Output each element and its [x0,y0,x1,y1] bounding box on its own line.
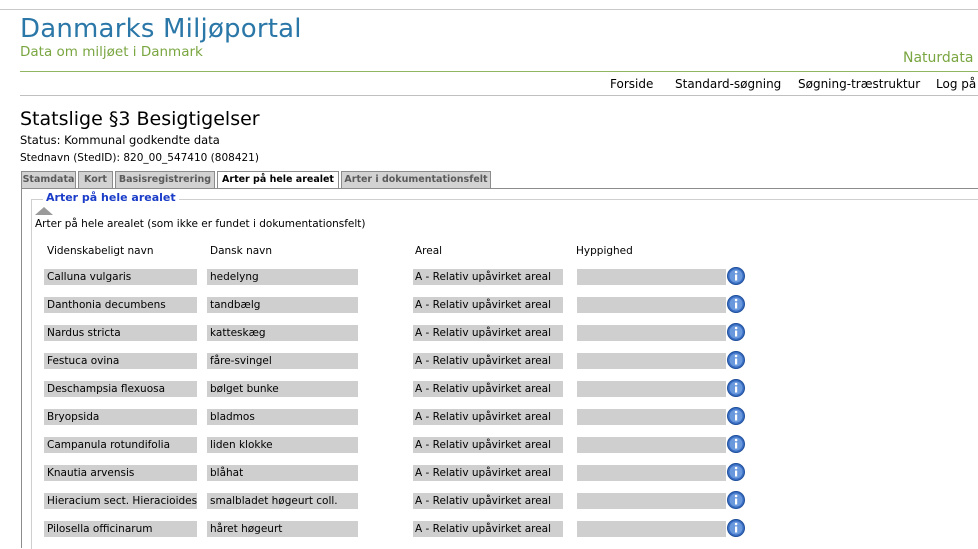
status-text: Status: Kommunal godkendte data [20,133,220,147]
nav-standard-soegning[interactable]: Standard-søgning [675,77,781,91]
areal-field: A - Relativ upåvirket areal [413,381,563,397]
latin-name-field: Hieracium sect. Hieracioides [44,493,197,509]
areal-field: A - Relativ upåvirket areal [413,325,563,341]
nav-forside[interactable]: Forside [610,77,653,91]
table-row: Hieracium sect. Hieracioides smalbladet h… [0,490,978,511]
hyppighed-field [577,437,726,453]
triangle-up-icon[interactable] [35,207,53,215]
areal-field: A - Relativ upåvirket areal [413,521,563,537]
info-icon[interactable] [726,322,746,342]
section-note: Arter på hele arealet (som ikke er funde… [35,218,366,230]
hyppighed-field [577,521,726,537]
hyppighed-field [577,269,726,285]
fieldset-legend: Arter på hele arealet [43,191,179,204]
section-title: Naturdata [903,50,974,66]
areal-field: A - Relativ upåvirket areal [413,269,563,285]
info-icon[interactable] [726,378,746,398]
tab-kort[interactable]: Kort [78,171,113,188]
hyppighed-field [577,353,726,369]
tab-stamdata[interactable]: Stamdata [21,171,76,188]
latin-name-field: Festuca ovina [44,353,197,369]
top-divider [0,9,978,10]
table-row: Calluna vulgaris hedelyng A - Relativ upåv… [0,266,978,287]
danish-name-field: håret høgeurt [207,521,358,537]
header-divider [20,71,978,72]
hyppighed-field [577,465,726,481]
table-row: Campanula rotundifolia liden klokke A - Re… [0,434,978,455]
tab-basisregistrering[interactable]: Basisregistrering [115,171,215,188]
danish-name-field: blåhat [207,465,358,481]
latin-name-field: Deschampsia flexuosa [44,381,197,397]
danish-name-field: katteskæg [207,325,358,341]
page-title: Statslige §3 Besigtigelser [20,108,260,130]
table-row: Festuca ovina fåre-svingel A - Relativ upå… [0,350,978,371]
hyppighed-field [577,381,726,397]
header-hyppighed: Hyppighed [576,245,633,257]
info-icon[interactable] [726,518,746,538]
tab-arter-i-dokumentationsfelt[interactable]: Arter i dokumentationsfelt [341,171,491,188]
nav-divider [20,95,978,96]
latin-name-field: Knautia arvensis [44,465,197,481]
info-icon[interactable] [726,294,746,314]
stednavn-text: Stednavn (StedID): 820_00_547410 (808421… [20,152,259,164]
nav-log-paa[interactable]: Log på [936,77,976,91]
danish-name-field: tandbælg [207,297,358,313]
areal-field: A - Relativ upåvirket areal [413,353,563,369]
table-row: Pilosella officinarum håret høgeurt A - Re… [0,518,978,539]
info-icon[interactable] [726,350,746,370]
latin-name-field: Bryopsida [44,409,197,425]
areal-field: A - Relativ upåvirket areal [413,409,563,425]
areal-field: A - Relativ upåvirket areal [413,465,563,481]
table-row: Deschampsia flexuosa bølget bunke A - Rela… [0,378,978,399]
info-icon[interactable] [726,490,746,510]
brand-title[interactable]: Danmarks Miljøportal [20,14,302,44]
hyppighed-field [577,409,726,425]
nav-soegning-traestruktur[interactable]: Søgning-træstruktur [798,77,920,91]
danish-name-field: bølget bunke [207,381,358,397]
table-row: Knautia arvensis blåhat A - Relativ upåvir… [0,462,978,483]
latin-name-field: Nardus stricta [44,325,197,341]
danish-name-field: bladmos [207,409,358,425]
danish-name-field: hedelyng [207,269,358,285]
header-areal: Areal [415,245,443,257]
tab-arter-paa-hele-arealet[interactable]: Arter på hele arealet [217,171,339,189]
table-row: Bryopsida bladmos A - Relativ upåvirket ar… [0,406,978,427]
danish-name-field: liden klokke [207,437,358,453]
hyppighed-field [577,493,726,509]
latin-name-field: Campanula rotundifolia [44,437,197,453]
latin-name-field: Danthonia decumbens [44,297,197,313]
areal-field: A - Relativ upåvirket areal [413,493,563,509]
areal-field: A - Relativ upåvirket areal [413,437,563,453]
danish-name-field: fåre-svingel [207,353,358,369]
danish-name-field: smalbladet høgeurt coll. [207,493,358,509]
table-row: Nardus stricta katteskæg A - Relativ upåvi… [0,322,978,343]
info-icon[interactable] [726,462,746,482]
info-icon[interactable] [726,406,746,426]
header-videnskabeligt-navn: Videnskabeligt navn [47,245,154,257]
info-icon[interactable] [726,434,746,454]
areal-field: A - Relativ upåvirket areal [413,297,563,313]
info-icon[interactable] [726,266,746,286]
header-dansk-navn: Dansk navn [210,245,273,257]
brand-subtitle: Data om miljøet i Danmark [20,44,203,60]
table-row: Danthonia decumbens tandbælg A - Relativ u… [0,294,978,315]
latin-name-field: Calluna vulgaris [44,269,197,285]
latin-name-field: Pilosella officinarum [44,521,197,537]
hyppighed-field [577,297,726,313]
hyppighed-field [577,325,726,341]
